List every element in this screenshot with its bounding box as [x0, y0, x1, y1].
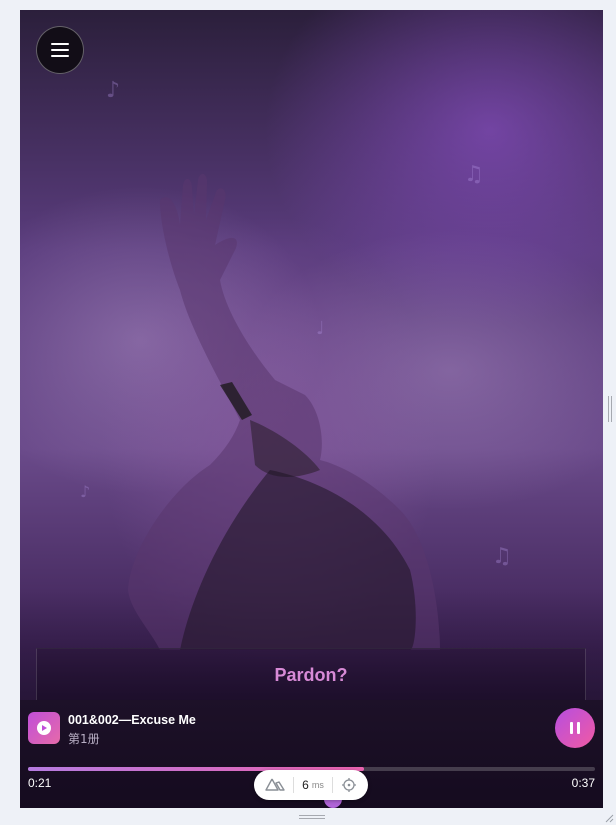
pause-icon-bar: [577, 722, 580, 734]
music-note-icon: ♪: [80, 482, 91, 501]
track-title: 001&002—Excuse Me: [68, 713, 196, 727]
current-time: 0:21: [28, 776, 52, 790]
render-time-unit: ms: [311, 780, 324, 790]
phrase-text: Pardon?: [274, 665, 348, 685]
render-time-value: 6: [302, 778, 309, 792]
nuxt-logo-icon[interactable]: [257, 776, 293, 794]
crosshair-icon[interactable]: [333, 776, 365, 794]
menu-button[interactable]: [36, 26, 84, 74]
track-cover-button[interactable]: [28, 712, 60, 744]
pause-button[interactable]: [555, 708, 595, 748]
corner-resize-grip-icon[interactable]: [604, 813, 614, 823]
side-resize-handle[interactable]: [608, 396, 614, 422]
play-circle-icon: [37, 721, 51, 735]
performer-image: [128, 173, 440, 650]
total-time: 0:37: [571, 776, 595, 790]
bottom-resize-handle[interactable]: [299, 815, 325, 821]
devtools-toolbar[interactable]: 6 ms: [254, 770, 368, 800]
music-note-icon: ♫: [464, 162, 484, 187]
phrase-panel: Pardon?: [36, 648, 586, 702]
render-time-readout: 6 ms: [294, 776, 332, 794]
app-frame: ♪ ♫ ♩ ♪ ♫ Pardon? 001&002—Excuse Me 第1册 …: [20, 10, 603, 808]
music-note-icon: ♫: [492, 544, 512, 569]
track-subtitle: 第1册: [68, 732, 100, 746]
music-note-icon: ♪: [106, 78, 121, 103]
music-note-icon: ♩: [316, 318, 325, 339]
hamburger-menu-icon: [51, 41, 69, 59]
pause-icon: [570, 722, 573, 734]
